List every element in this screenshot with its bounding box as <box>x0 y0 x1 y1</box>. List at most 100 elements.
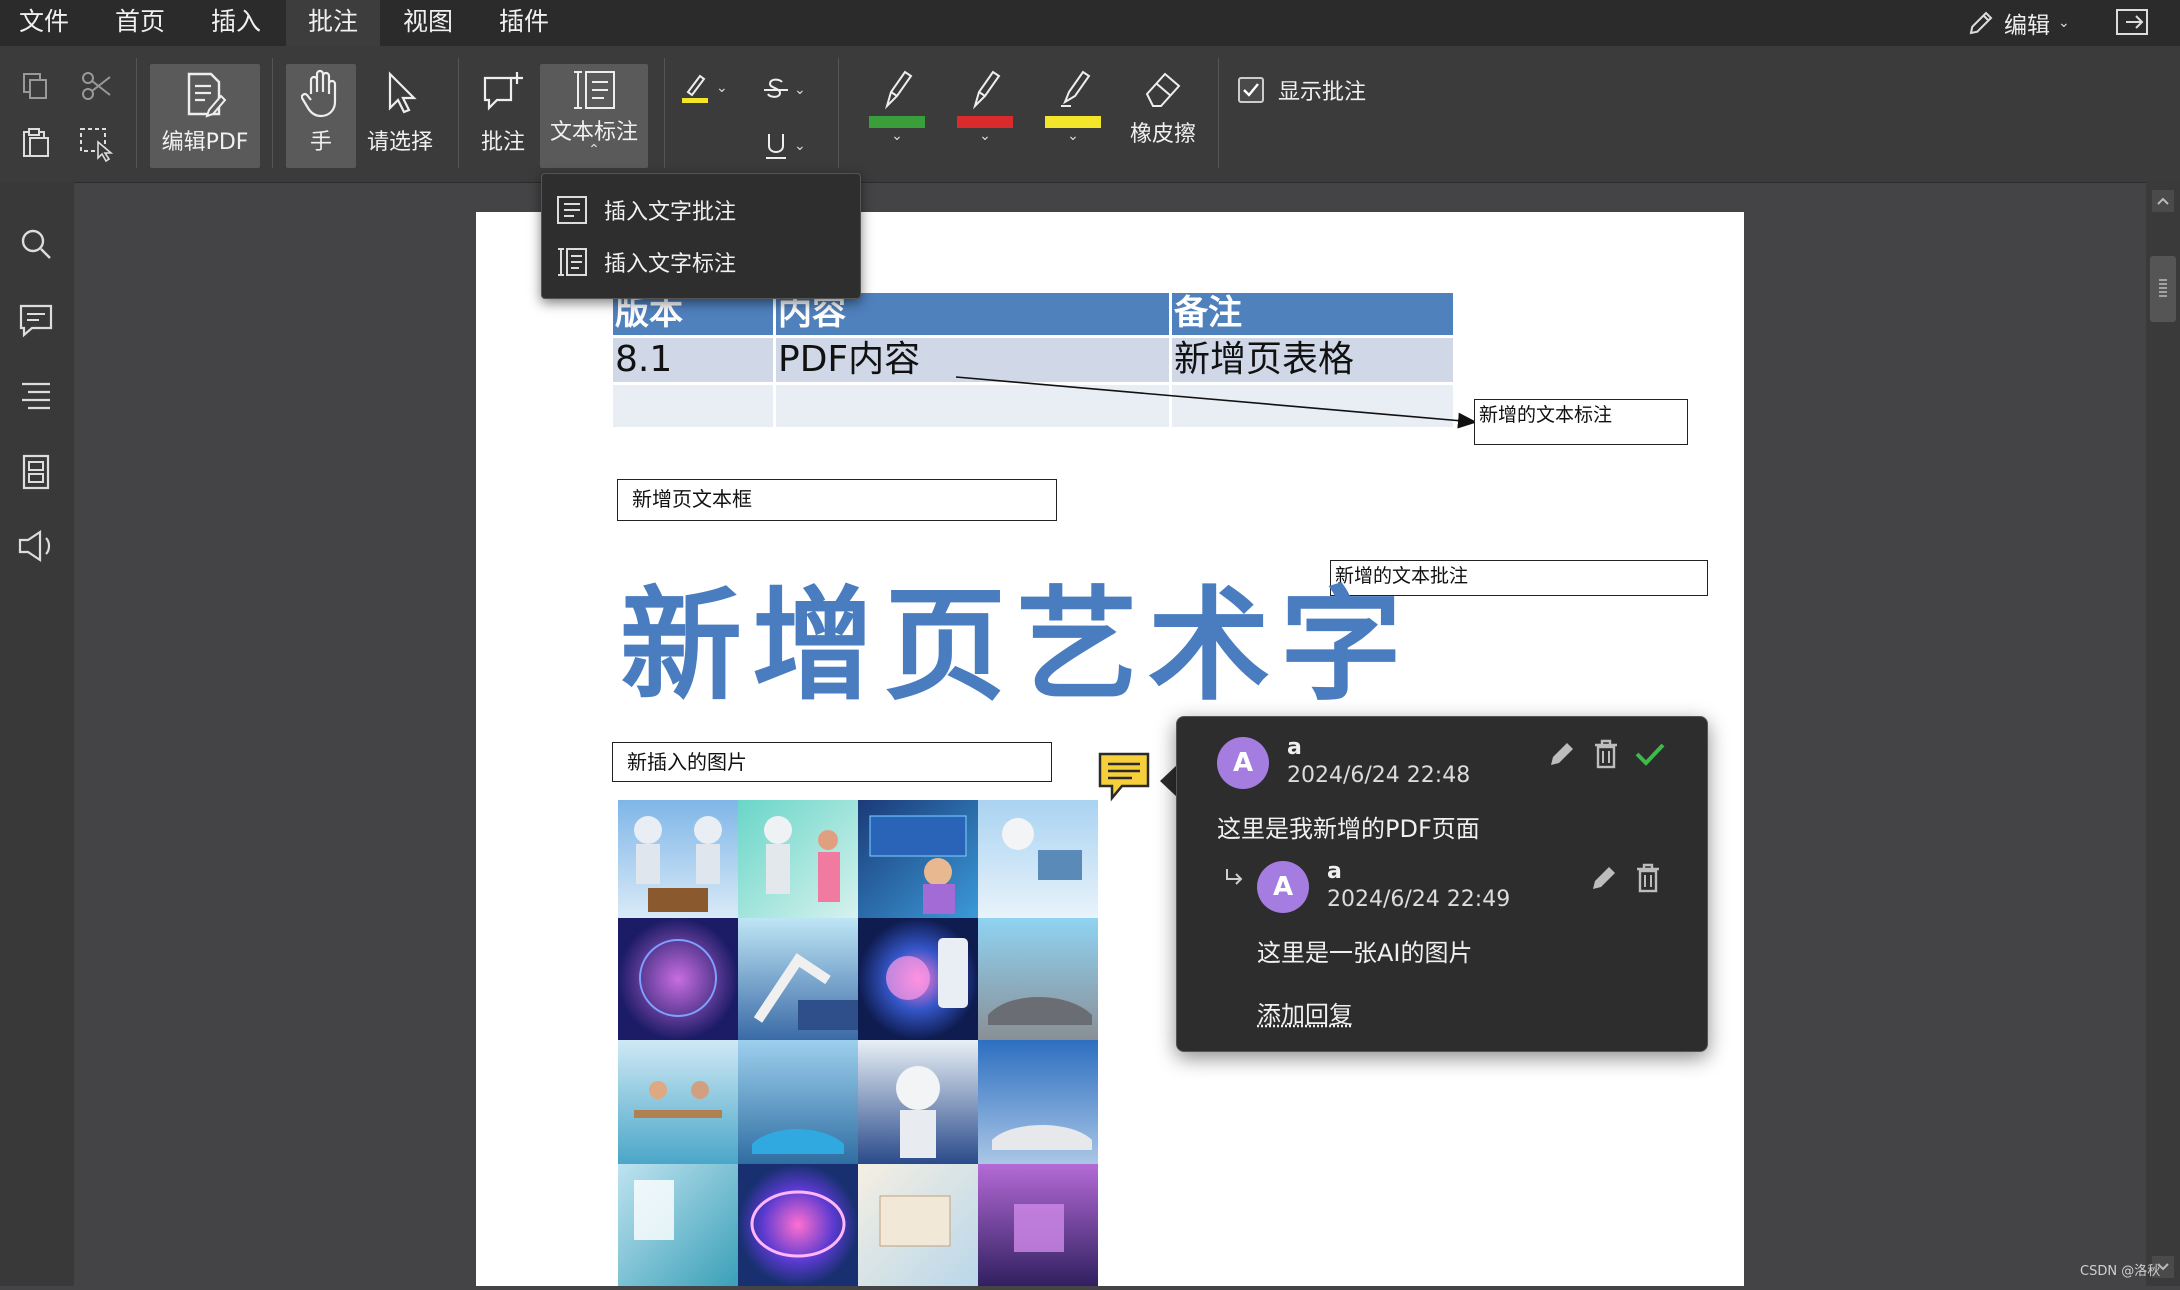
ai-image[interactable] <box>618 800 1098 1286</box>
left-sidebar <box>0 182 74 1286</box>
comment-note-icon[interactable] <box>1096 750 1152 802</box>
insert-text-callout-item[interactable]: 插入文字标注 <box>556 240 736 284</box>
comment-timestamp: 2024/6/24 22:48 <box>1287 763 1471 788</box>
pen-color-swatch <box>1045 116 1101 128</box>
chevron-down-icon: ⌄ <box>1067 128 1079 144</box>
ribbon-toolbar: 编辑PDF 手 请选择 批注 文本标注 ⌃ ⌄ ⌄ ⌄ ⌄ ⌄ ⌄ 橡皮擦 显示… <box>0 46 2180 183</box>
show-comments-toggle[interactable]: 显示批注 <box>1238 72 1366 108</box>
cursor-icon <box>388 71 417 114</box>
chevron-down-icon: ⌄ <box>794 138 806 154</box>
edit-mode-button[interactable]: 编辑 ⌄ <box>1966 6 2070 40</box>
comment-tool-label: 批注 <box>480 130 525 155</box>
insert-text-comment-item[interactable]: 插入文字批注 <box>556 188 736 232</box>
pen-green-button[interactable]: ⌄ <box>866 66 928 176</box>
underline-tool-button[interactable]: ⌄ <box>762 126 818 166</box>
pen-yellow-button[interactable]: ⌄ <box>1042 66 1104 176</box>
text-callout-annotation[interactable]: 新增的文本标注 <box>1474 399 1688 445</box>
pen-color-swatch <box>957 116 1013 128</box>
avatar: A <box>1217 737 1269 789</box>
read-aloud-icon[interactable] <box>16 526 56 566</box>
eraser-button[interactable]: 橡皮擦 <box>1122 66 1204 170</box>
comment-body: 这里是我新增的PDF页面 <box>1217 815 1480 843</box>
resolve-check-icon[interactable] <box>1633 737 1667 771</box>
ai-collage-image <box>618 800 1098 1286</box>
comment-popup: A a 2024/6/24 22:48 这里是我新增的PDF页面 A a 202… <box>1176 716 1708 1052</box>
text-comment-icon <box>557 196 587 224</box>
highlighter-icon <box>682 74 708 103</box>
cut-icon[interactable] <box>80 70 114 102</box>
edit-pencil-icon[interactable] <box>1587 861 1621 895</box>
add-comment-icon <box>483 72 523 111</box>
pen-icon <box>884 70 913 110</box>
page-textbox[interactable]: 新增页文本框 <box>617 479 1057 521</box>
select-tool-label: 请选择 <box>366 130 433 155</box>
delete-trash-icon[interactable] <box>1633 861 1663 895</box>
menu-insert[interactable]: 插入 <box>196 0 276 46</box>
hand-tool-button[interactable]: 手 <box>286 64 356 168</box>
strikethrough-icon <box>764 78 788 98</box>
menu-plugins[interactable]: 插件 <box>484 0 564 46</box>
reply-body: 这里是一张AI的图片 <box>1257 939 1473 967</box>
strikethrough-tool-button[interactable]: ⌄ <box>762 70 818 110</box>
paste-icon[interactable] <box>20 126 52 160</box>
edit-mode-label: 编辑 <box>2004 13 2050 39</box>
hand-tool-label: 手 <box>309 130 332 155</box>
insert-text-callout-label: 插入文字标注 <box>604 252 737 277</box>
edit-pdf-label: 编辑PDF <box>161 130 249 155</box>
highlight-tool-button[interactable]: ⌄ <box>680 68 736 108</box>
menu-home[interactable]: 首页 <box>100 0 180 46</box>
reply-timestamp: 2024/6/24 22:49 <box>1327 887 1511 912</box>
edit-document-icon <box>187 72 227 118</box>
chevron-down-icon: ⌄ <box>979 128 991 144</box>
chevron-down-icon: ⌄ <box>2058 15 2070 31</box>
scroll-up-arrow-icon[interactable] <box>2152 190 2174 212</box>
thumbnails-icon[interactable] <box>16 452 56 492</box>
checkmark-icon <box>1243 83 1259 97</box>
eraser-label: 橡皮擦 <box>1129 122 1196 147</box>
edit-pdf-button[interactable]: 编辑PDF <box>150 64 260 168</box>
text-markup-dropdown: 插入文字批注 插入文字标注 <box>541 173 861 299</box>
text-markup-icon <box>574 71 615 109</box>
comment-author: a <box>1287 735 1302 760</box>
text-markup-button[interactable]: 文本标注 ⌃ <box>540 64 648 168</box>
pen-red-button[interactable]: ⌄ <box>954 66 1016 176</box>
reply-author: a <box>1327 859 1342 884</box>
chevron-down-icon: ⌄ <box>891 128 903 144</box>
pen-color-swatch <box>869 116 925 128</box>
image-caption-box[interactable]: 新插入的图片 <box>612 742 1052 782</box>
delete-trash-icon[interactable] <box>1591 737 1621 771</box>
underline-icon <box>766 134 786 159</box>
chevron-down-icon: ⌄ <box>794 82 806 98</box>
area-select-icon[interactable] <box>78 126 114 162</box>
reply-arrow-icon <box>1226 869 1243 885</box>
vertical-scrollbar[interactable] <box>2146 182 2180 1286</box>
chevron-up-icon: ⌃ <box>588 142 600 158</box>
insert-text-comment-label: 插入文字批注 <box>604 200 737 225</box>
chevron-down-icon: ⌄ <box>716 80 728 96</box>
avatar: A <box>1257 861 1309 913</box>
word-art-text[interactable]: 新增页艺术字 <box>620 576 1412 716</box>
outline-icon[interactable] <box>16 376 56 416</box>
search-icon[interactable] <box>16 224 56 264</box>
add-reply-link[interactable]: 添加回复 <box>1257 995 1353 1030</box>
hand-icon <box>301 69 337 118</box>
menu-view[interactable]: 视图 <box>388 0 468 46</box>
menu-bar: 文件 首页 插入 批注 视图 插件 编辑 ⌄ <box>0 0 2180 46</box>
exit-icon[interactable] <box>2114 6 2152 40</box>
text-callout-icon <box>558 248 587 276</box>
pen-icon <box>972 70 1001 110</box>
edit-pencil-icon[interactable] <box>1545 737 1579 771</box>
marker-icon <box>1061 70 1091 107</box>
show-comments-label: 显示批注 <box>1278 80 1367 105</box>
menu-file[interactable]: 文件 <box>4 0 84 46</box>
show-comments-checkbox[interactable] <box>1238 77 1264 103</box>
scroll-thumb[interactable] <box>2150 256 2176 322</box>
comment-tool-button[interactable]: 批注 <box>472 64 534 168</box>
menu-annotate[interactable]: 批注 <box>286 0 380 46</box>
pencil-icon <box>1969 11 1993 35</box>
copy-icon[interactable] <box>20 70 52 102</box>
select-tool-button[interactable]: 请选择 <box>362 64 438 168</box>
watermark-text: CSDN @洛秋 <box>2080 1264 2161 1279</box>
comments-panel-icon[interactable] <box>16 300 56 340</box>
eraser-icon <box>1145 72 1181 107</box>
